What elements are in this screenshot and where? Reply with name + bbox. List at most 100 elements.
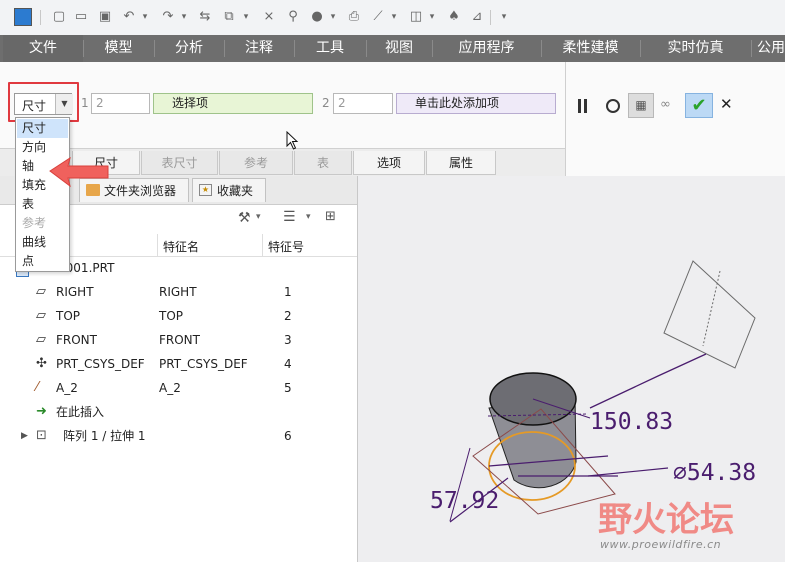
customize-icon[interactable]: ▾	[496, 9, 512, 25]
tab-7[interactable]: 柔性建模	[541, 35, 640, 62]
tab-2[interactable]: 分析	[154, 35, 224, 62]
dropdown-option-0[interactable]: 尺寸	[17, 119, 68, 138]
tree-row-feature-id: 1	[284, 285, 292, 299]
close-window-icon[interactable]: ⨯	[261, 9, 277, 25]
collector2-index: 2	[322, 96, 330, 110]
collector1-count-field[interactable]: 2	[91, 93, 150, 114]
column-feature-name[interactable]: 特征名	[163, 238, 199, 255]
chevron-down-icon[interactable]: ▾	[424, 9, 440, 25]
dropdown-option-7[interactable]: 点	[17, 252, 68, 271]
save-icon[interactable]: ▣	[97, 9, 113, 25]
datum-plane	[663, 260, 756, 369]
quick-access-toolbar: ▢ ▭ ▣ ↶ ▾ ↷ ▾ ⇆ ⧉ ▾ ⨯ ⚲ ● ▾ ⎙ ⟋ ▾ ◫ ▾ ♠ …	[0, 0, 785, 36]
verify-preview-icon[interactable]: ▦	[628, 93, 654, 118]
appearance-icon[interactable]: ●	[309, 9, 325, 25]
collector2-add-field[interactable]: 单击此处添加项	[396, 93, 556, 114]
dashboard-controls: ▦ ∞ ✔ ✕	[565, 62, 785, 176]
collector2-count-field[interactable]: 2	[333, 93, 393, 114]
tab-favorites-label: 收藏夹	[217, 184, 254, 198]
tree-row[interactable]: ✣ PRT_CSYS_DEF PRT_CSYS_DEF 4	[0, 352, 357, 376]
chevron-down-icon[interactable]: ▾	[386, 9, 402, 25]
tree-row[interactable]: ▱ FRONT FRONT 3	[0, 328, 357, 352]
expand-icon[interactable]: ▶	[21, 424, 28, 448]
tree-filter-icon[interactable]: ⊞	[325, 209, 336, 224]
no-preview-icon[interactable]	[606, 99, 620, 113]
tree-row[interactable]: ➜ 在此插入	[0, 400, 357, 424]
tree-row-label: 阵列 1 / 拉伸 1	[63, 429, 146, 443]
pause-icon-bar	[584, 99, 587, 113]
tab-1[interactable]: 模型	[83, 35, 154, 62]
glasses-icon[interactable]: ∞	[660, 98, 680, 112]
collector1-index: 1	[81, 96, 89, 110]
tree-row-label: FRONT	[56, 333, 97, 347]
reference-type-dropdown: 尺寸 方向轴填充表参考 曲线点	[15, 117, 70, 272]
annotation-highlight	[8, 82, 79, 122]
tab-3[interactable]: 注释	[224, 35, 294, 62]
column-feature-id[interactable]: 特征号	[268, 238, 304, 255]
tree-row[interactable]: ▱ TOP TOP 2	[0, 304, 357, 328]
insert-here-icon: ➜	[36, 404, 47, 419]
slideup-tab-4[interactable]: 选项	[353, 151, 425, 175]
open-folder-icon[interactable]: ▭	[73, 9, 89, 25]
tree-columns-icon[interactable]: ☰	[283, 209, 296, 225]
spade-icon[interactable]: ♠	[446, 9, 462, 25]
windows-icon[interactable]: ⧉	[221, 9, 237, 25]
dim-diameter[interactable]: ⌀54.38	[673, 460, 756, 486]
dropdown-option-4[interactable]: 表	[17, 195, 68, 214]
chevron-down-icon[interactable]: ▾	[325, 9, 341, 25]
tree-row[interactable]: ▱ RIGHT RIGHT 1	[0, 280, 357, 304]
datum-plane-icon: ▱	[36, 284, 46, 299]
favorites-icon: ★	[199, 184, 212, 196]
tab-6[interactable]: 应用程序	[432, 35, 541, 62]
tree-row-feature-name: PRT_CSYS_DEF	[159, 357, 248, 371]
tree-row-feature-id: 2	[284, 309, 292, 323]
measure-icon[interactable]: ⟋	[370, 9, 386, 25]
redo-icon[interactable]: ↷	[160, 9, 176, 25]
close-icon[interactable]: ✕	[720, 96, 734, 112]
slideup-tab-3[interactable]: 表	[294, 151, 352, 175]
tree-row-feature-name: FRONT	[159, 333, 200, 347]
tree-row-label: RIGHT	[56, 285, 94, 299]
slideup-tab-5[interactable]: 属性	[426, 151, 496, 175]
tab-0[interactable]: 文件	[3, 35, 83, 62]
undo-icon[interactable]: ↶	[121, 9, 137, 25]
tree-settings-icon[interactable]: ⚒	[238, 210, 251, 226]
slideup-tab-2[interactable]: 参考	[219, 151, 293, 175]
tree-row[interactable]: ▶ ⊡ 阵列 1 / 拉伸 1 6	[0, 424, 357, 448]
chevron-down-icon[interactable]: ▾	[306, 212, 311, 222]
tab-favorites[interactable]: ★ 收藏夹	[192, 178, 266, 202]
datum-plane-icon: ▱	[36, 308, 46, 323]
chevron-down-icon[interactable]: ▾	[238, 9, 254, 25]
tree-row-feature-name: RIGHT	[159, 285, 197, 299]
app-menu-icon[interactable]	[14, 8, 32, 26]
csys-icon: ✣	[36, 356, 47, 371]
pause-icon[interactable]	[578, 99, 581, 113]
tab-folder-browser-label: 文件夹浏览器	[104, 184, 177, 198]
watermark-title: 野火论坛	[598, 500, 734, 540]
tree-row-label: PRT_CSYS_DEF	[56, 357, 145, 371]
tab-4[interactable]: 工具	[294, 35, 366, 62]
tab-9[interactable]: 公用	[751, 35, 785, 62]
dropdown-option-5: 参考	[22, 216, 47, 230]
unit-icon[interactable]: ⚲	[285, 9, 301, 25]
slideup-tab-1[interactable]: 表尺寸	[141, 151, 218, 175]
chevron-down-icon[interactable]: ▾	[176, 9, 192, 25]
ribbon-tabs: 文件 模型 分析 注释 工具 视图 应用程序 柔性建模 实时仿真 公用	[0, 35, 785, 62]
chevron-down-icon[interactable]: ▾	[137, 9, 153, 25]
checkmark-icon[interactable]: ✔	[685, 93, 713, 118]
chevron-down-icon[interactable]: ▾	[256, 212, 261, 222]
tree-row[interactable]: ⁄ A_2 A_2 5	[0, 376, 357, 400]
print-icon[interactable]: ⎙	[346, 9, 362, 25]
regenerate-icon[interactable]: ⇆	[197, 9, 213, 25]
tab-8[interactable]: 实时仿真	[640, 35, 751, 62]
dim-height[interactable]: 150.83	[590, 409, 673, 435]
tab-5[interactable]: 视图	[366, 35, 432, 62]
graphics-window[interactable]: 150.83 ⌀54.38 57.92 野火论坛 www.proewildfir…	[358, 176, 785, 562]
collector1-select-field[interactable]: 选择项	[153, 93, 313, 114]
new-file-icon[interactable]: ▢	[51, 9, 67, 25]
view-icon[interactable]: ◫	[408, 9, 424, 25]
relations-icon[interactable]: ⊿	[469, 9, 485, 25]
dropdown-option-6[interactable]: 曲线	[17, 233, 68, 252]
pattern-icon: ⊡	[36, 428, 47, 443]
dim-offset[interactable]: 57.92	[430, 488, 499, 514]
